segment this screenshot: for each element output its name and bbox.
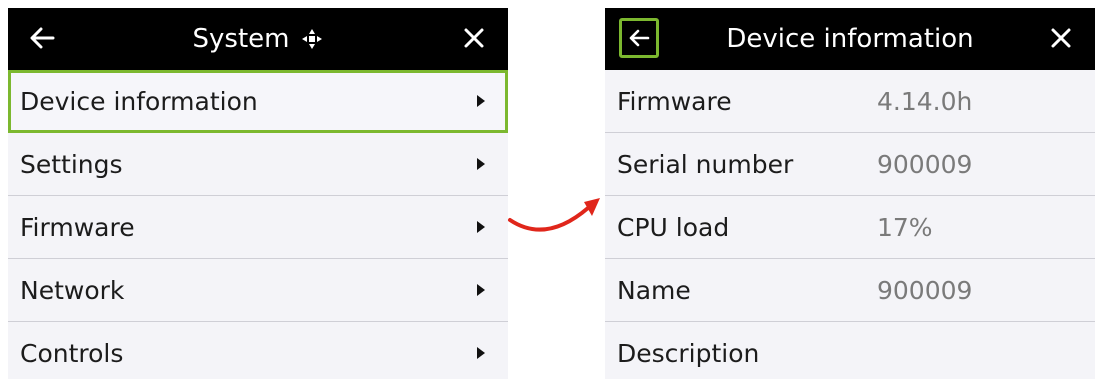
back-button[interactable] (22, 18, 62, 58)
info-value: 900009 (877, 149, 973, 179)
info-value: 17% (877, 212, 933, 242)
chevron-right-icon (477, 347, 485, 359)
info-label: Firmware (617, 86, 732, 116)
close-button[interactable] (454, 18, 494, 58)
info-row-firmware: Firmware 4.14.0h (605, 70, 1095, 133)
info-value: 900009 (877, 275, 973, 305)
dpad-icon (302, 29, 323, 49)
device-info-list: Firmware 4.14.0h Serial number 900009 CP… (605, 70, 1095, 385)
system-menu-screen: System Device information Settings Firmw (8, 8, 508, 379)
arrow-left-icon (629, 29, 650, 47)
info-row-name: Name 900009 (605, 259, 1095, 322)
menu-item-label: Firmware (20, 212, 135, 242)
menu-item-label: Settings (20, 149, 123, 179)
page-title-text: System (192, 24, 290, 54)
menu-item-label: Device information (20, 86, 258, 116)
chevron-right-icon (477, 158, 485, 170)
info-label: Name (617, 275, 691, 305)
menu-item-label: Controls (20, 339, 124, 368)
menu-item-network[interactable]: Network (8, 259, 508, 322)
arrow-left-icon (30, 27, 55, 49)
close-icon (464, 28, 484, 48)
menu-item-label: Network (20, 275, 125, 305)
system-header: System (8, 8, 508, 70)
info-label: Description (617, 339, 760, 368)
info-row-cpu-load: CPU load 17% (605, 196, 1095, 259)
close-icon (1051, 28, 1071, 48)
close-button[interactable] (1041, 18, 1081, 58)
back-button[interactable] (619, 18, 659, 58)
device-information-screen: Device information Firmware 4.14.0h Seri… (605, 8, 1095, 379)
device-info-header: Device information (605, 8, 1095, 70)
info-row-description: Description (605, 322, 1095, 385)
page-title: Device information (726, 24, 973, 54)
menu-item-firmware[interactable]: Firmware (8, 196, 508, 259)
chevron-right-icon (477, 221, 485, 233)
menu-item-device-information[interactable]: Device information (8, 70, 508, 133)
menu-item-settings[interactable]: Settings (8, 133, 508, 196)
info-row-serial-number: Serial number 900009 (605, 133, 1095, 196)
chevron-right-icon (477, 284, 485, 296)
page-title-text: Device information (726, 24, 974, 54)
menu-item-controls[interactable]: Controls (8, 322, 508, 385)
page-title: System (193, 24, 324, 54)
system-menu-list: Device information Settings Firmware Net… (8, 70, 508, 385)
info-label: Serial number (617, 149, 794, 179)
info-label: CPU load (617, 212, 730, 242)
info-value: 4.14.0h (877, 86, 973, 116)
curved-arrow-icon (508, 198, 600, 232)
chevron-right-icon (477, 95, 485, 107)
